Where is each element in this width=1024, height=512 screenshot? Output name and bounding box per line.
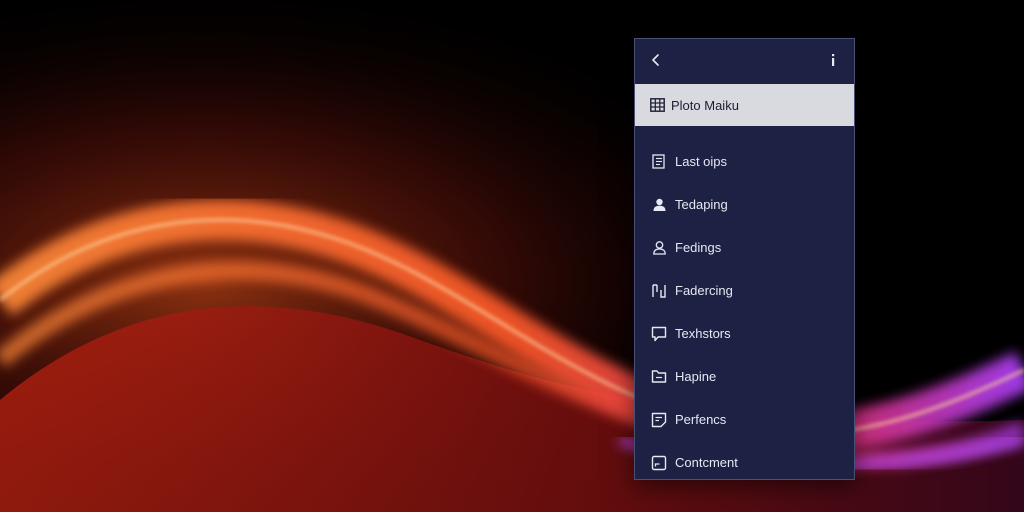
menu-item-hapine[interactable]: Hapine [635,355,854,398]
menu-item-last-oips[interactable]: Last oips [635,140,854,183]
back-button[interactable] [645,49,667,71]
menu-item-label: Hapine [675,369,717,384]
grid-icon [650,98,665,112]
menu-item-selected[interactable]: Ploto Maiku [635,84,854,126]
wallpaper [0,0,1024,512]
menu-item-perfencs[interactable]: Perfencs [635,398,854,441]
menu-item-label: Tedaping [675,197,728,212]
user-outline-icon [651,240,667,256]
chat-icon [651,326,667,342]
menu-item-label: Fadercing [675,283,733,298]
chevron-left-icon [652,54,659,66]
panel-header [635,39,854,83]
user-icon [651,197,667,213]
info-button[interactable] [822,49,844,71]
menu-item-contcment[interactable]: Contcment [635,441,854,479]
menu-item-fedings[interactable]: Fedings [635,226,854,269]
info-icon [832,54,835,66]
menu-item-label: Fedings [675,240,722,255]
menu-item-fadercing[interactable]: Fadercing [635,269,854,312]
menu-item-label: Last oips [675,154,728,169]
document-icon [651,154,667,170]
menu-item-label: Ploto Maiku [671,97,739,113]
note-icon [651,412,667,428]
menu-item-label: Texhstors [675,326,731,341]
brackets-icon [651,283,667,299]
menu-item-label: Perfencs [675,412,727,427]
edit-box-icon [651,455,667,471]
menu-item-tedaping[interactable]: Tedaping [635,183,854,226]
navigation-panel: Ploto Maiku Last oips Tedaping Fedings F… [634,38,855,480]
menu-item-label: Contcment [675,455,738,470]
folder-icon [651,369,667,385]
menu-item-texhstors[interactable]: Texhstors [635,312,854,355]
menu-list: Last oips Tedaping Fedings Fadercing Tex… [635,140,854,479]
